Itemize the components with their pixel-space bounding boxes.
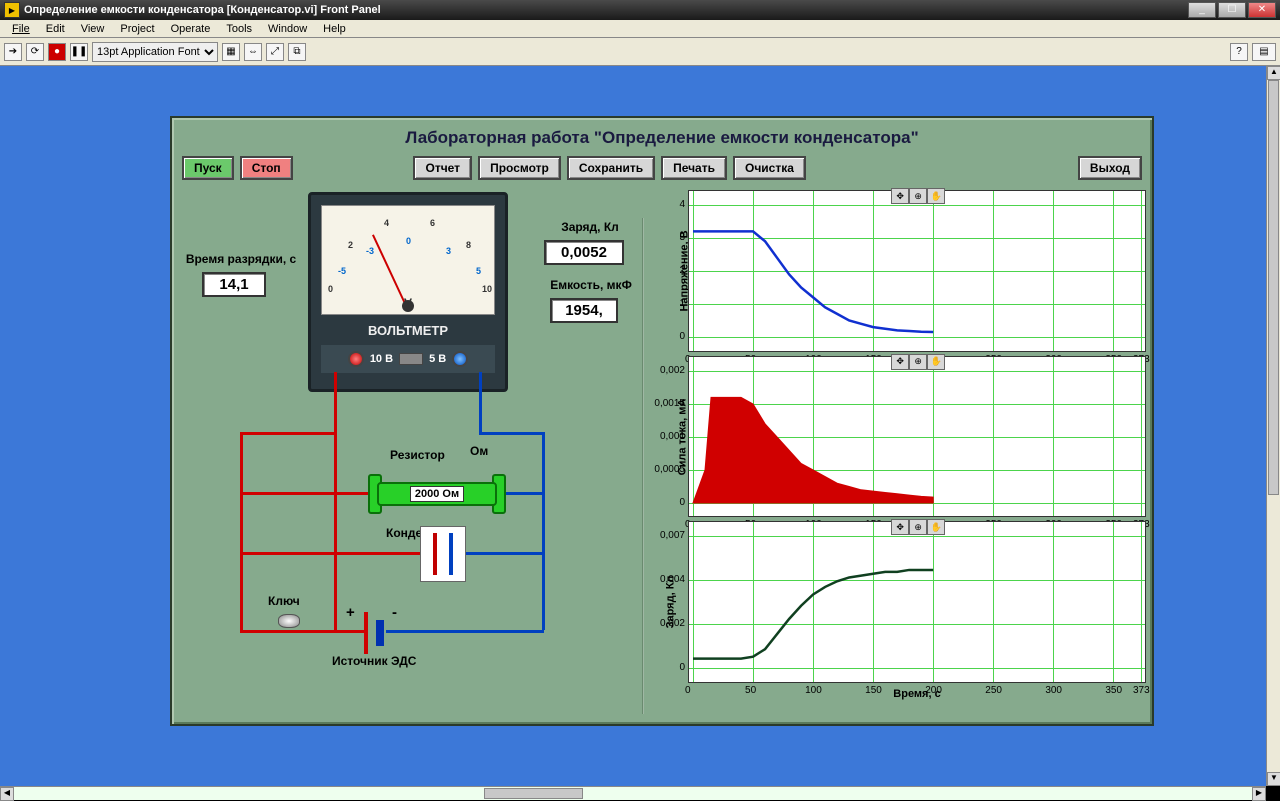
charge-value[interactable]: 0,0052 <box>544 240 624 265</box>
chart-pan-icon[interactable]: ✋ <box>927 188 945 204</box>
toolbar: ➔ ⟳ ● ❚❚ 13pt Application Font ▦ ⇔ ⤢ ⧉ ?… <box>0 38 1280 66</box>
abort-button[interactable]: ● <box>48 43 66 61</box>
voltmeter-unit: V <box>322 296 494 310</box>
chart-zoom-icon[interactable]: ✥ <box>891 188 909 204</box>
capacitor-icon <box>420 526 466 582</box>
close-button[interactable]: ✕ <box>1248 2 1276 18</box>
app-icon: ▶ <box>4 2 20 18</box>
charts-xlabel: Время, с <box>644 687 1146 702</box>
source-label: Источник ЭДС <box>332 654 416 668</box>
stop-button[interactable]: Стоп <box>240 156 293 180</box>
window-titlebar: ▶ Определение емкости конденсатора [Конд… <box>0 0 1280 20</box>
preview-button[interactable]: Просмотр <box>478 156 561 180</box>
terminal-plus-icon <box>348 351 364 367</box>
pause-button[interactable]: ❚❚ <box>70 43 88 61</box>
menu-help[interactable]: Help <box>315 22 354 36</box>
menu-tools[interactable]: Tools <box>218 22 260 36</box>
menubar: File Edit View Project Operate Tools Win… <box>0 20 1280 38</box>
window-title: Определение емкости конденсатора [Конден… <box>24 4 1188 16</box>
charge-chart: Заряд, Кл ✥ ⊕ ✋ Q,Кл 0501001502002503003… <box>644 521 1146 683</box>
switch-label: Ключ <box>268 594 300 608</box>
voltage-plot[interactable]: 05010015020025030035037301234 <box>688 190 1146 352</box>
chart-crosshair-icon[interactable]: ⊕ <box>909 354 927 370</box>
cap-value[interactable]: 1954, <box>550 298 618 323</box>
menu-view[interactable]: View <box>73 22 113 36</box>
save-button[interactable]: Сохранить <box>567 156 655 180</box>
clear-button[interactable]: Очистка <box>733 156 806 180</box>
report-button[interactable]: Отчет <box>413 156 472 180</box>
circuit-area: 0 2 4 6 8 10 -5 -3 0 3 5 V <box>172 186 642 706</box>
panel-title: Лабораторная работа "Определение емкости… <box>172 118 1152 154</box>
help-icon[interactable]: ? <box>1230 43 1248 61</box>
maximize-button[interactable]: ☐ <box>1218 2 1246 18</box>
menu-window[interactable]: Window <box>260 22 315 36</box>
resize-button[interactable]: ⤢ <box>266 43 284 61</box>
vi-icon[interactable]: ▤ <box>1252 43 1276 61</box>
menu-operate[interactable]: Operate <box>163 22 219 36</box>
time-value[interactable]: 14,1 <box>202 272 266 297</box>
start-button[interactable]: Пуск <box>182 156 234 180</box>
font-select[interactable]: 13pt Application Font <box>92 42 218 62</box>
current-chart: Сила тока, мА ✥ ⊕ ✋ I, мА 05010015020025… <box>644 356 1146 518</box>
chart-crosshair-icon[interactable]: ⊕ <box>909 188 927 204</box>
align-button[interactable]: ▦ <box>222 43 240 61</box>
terminal-minus-icon <box>452 351 468 367</box>
charge-plot[interactable]: 05010015020025030035037300,0020,0040,007 <box>688 521 1146 683</box>
resistor-value-box[interactable]: 2000 Ом <box>377 482 497 506</box>
voltage-chart: Напряжение, В ✥ ⊕ ✋ U, В 050100150200250… <box>644 190 1146 352</box>
menu-project[interactable]: Project <box>112 22 162 36</box>
minus-label: - <box>392 604 397 621</box>
distribute-button[interactable]: ⇔ <box>244 43 262 61</box>
resistor-unit: Ом <box>470 444 488 458</box>
horizontal-scrollbar[interactable]: ◀ ▶ <box>0 786 1266 800</box>
plus-label: + <box>346 604 355 621</box>
front-panel-canvas[interactable]: Лабораторная работа "Определение емкости… <box>0 66 1266 786</box>
charge-label: Заряд, Кл <box>540 220 640 234</box>
main-panel: Лабораторная работа "Определение емкости… <box>170 116 1154 726</box>
exit-button[interactable]: Выход <box>1078 156 1142 180</box>
resistor-value[interactable]: 2000 Ом <box>410 486 464 502</box>
chart-pan-icon[interactable]: ✋ <box>927 354 945 370</box>
voltmeter-face: 0 2 4 6 8 10 -5 -3 0 3 5 V <box>321 205 495 315</box>
chart-zoom-icon[interactable]: ✥ <box>891 354 909 370</box>
reorder-button[interactable]: ⧉ <box>288 43 306 61</box>
voltmeter-range: 10 В 5 В <box>321 345 495 373</box>
voltmeter: 0 2 4 6 8 10 -5 -3 0 3 5 V <box>308 192 508 392</box>
button-bar: Пуск Стоп Отчет Просмотр Сохранить Печат… <box>172 154 1152 186</box>
chart-pan-icon[interactable]: ✋ <box>927 519 945 535</box>
chart-crosshair-icon[interactable]: ⊕ <box>909 519 927 535</box>
range-switch[interactable] <box>399 353 423 365</box>
run-continuous-button[interactable]: ⟳ <box>26 43 44 61</box>
time-label: Время разрядки, с <box>176 252 306 266</box>
chart-zoom-icon[interactable]: ✥ <box>891 519 909 535</box>
cap-label: Емкость, мкФ <box>536 278 646 292</box>
current-plot[interactable]: 05010015020025030035037300,00050,0010,00… <box>688 356 1146 518</box>
print-button[interactable]: Печать <box>661 156 727 180</box>
voltmeter-label: ВОЛЬТМЕТР <box>311 323 505 338</box>
minimize-button[interactable]: _ <box>1188 2 1216 18</box>
resistor-label: Резистор <box>390 448 445 462</box>
menu-file[interactable]: File <box>4 22 38 36</box>
vertical-scrollbar[interactable]: ▲ ▼ <box>1266 66 1280 786</box>
charts-area: Напряжение, В ✥ ⊕ ✋ U, В 050100150200250… <box>642 186 1152 706</box>
run-button[interactable]: ➔ <box>4 43 22 61</box>
menu-edit[interactable]: Edit <box>38 22 73 36</box>
battery-icon <box>364 612 384 654</box>
switch-toggle[interactable] <box>278 614 300 628</box>
